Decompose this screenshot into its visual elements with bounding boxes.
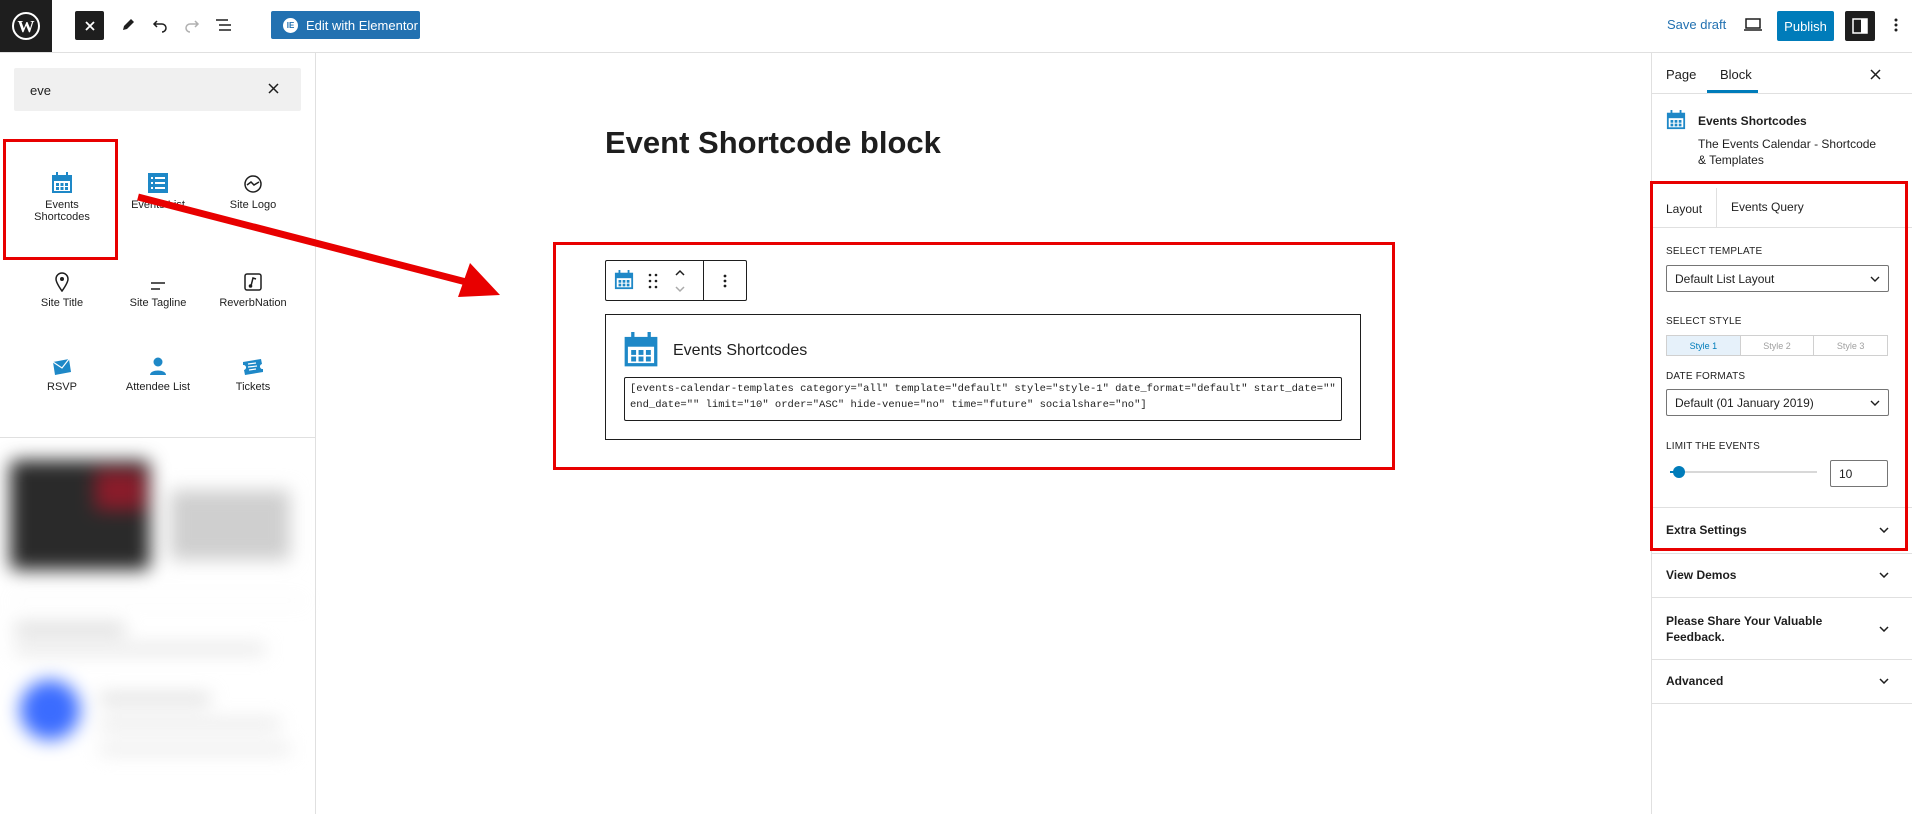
options-menu-button[interactable] [1884, 13, 1908, 37]
tab-page[interactable]: Page [1666, 67, 1696, 82]
map-pin-icon [54, 258, 70, 292]
blurred-block-preview [10, 450, 305, 780]
panel-divider [1652, 597, 1912, 598]
block-search-value: eve [30, 83, 51, 98]
block-card-title: Events Shortcodes [1698, 114, 1807, 128]
block-toolbar [605, 260, 747, 301]
redo-icon [185, 20, 200, 33]
chevron-down-icon [1879, 626, 1889, 632]
settings-toggle-button[interactable] [1845, 11, 1875, 41]
calendar-icon[interactable] [614, 270, 634, 295]
close-icon [1870, 69, 1881, 80]
svg-text:W: W [18, 17, 35, 36]
envelope-icon [51, 342, 73, 376]
highlight-events-shortcodes-item [3, 139, 118, 260]
move-up-down-icon[interactable] [674, 267, 686, 300]
chevron-down-icon [1879, 678, 1889, 684]
block-item-label: Attendee List [125, 381, 191, 393]
block-search-input[interactable] [14, 68, 301, 111]
person-icon [149, 342, 167, 376]
redo-button[interactable] [180, 13, 204, 37]
block-item-site-title[interactable]: Site Title [17, 258, 107, 338]
inserter-divider [0, 437, 315, 438]
panel-title: Please Share Your Valuable Feedback. [1666, 614, 1823, 644]
shortcode-text-field[interactable]: [events-calendar-templates category="all… [624, 377, 1342, 421]
preview-button[interactable] [1741, 13, 1765, 37]
drag-handle-icon[interactable] [648, 273, 658, 294]
tab-block[interactable]: Block [1720, 67, 1752, 82]
undo-button[interactable] [148, 13, 172, 37]
list-view-icon [216, 19, 231, 31]
block-title: Events Shortcodes [673, 342, 808, 359]
close-icon [84, 20, 95, 31]
edit-tools-button[interactable] [116, 13, 140, 37]
chevron-down-icon [1879, 572, 1889, 578]
panel-divider [1652, 553, 1912, 554]
desktop-preview-icon [1744, 18, 1762, 31]
pencil-icon [123, 19, 134, 30]
panel-title: View Demos [1666, 568, 1737, 582]
more-vertical-icon[interactable] [723, 273, 727, 294]
ticket-icon [242, 342, 264, 376]
close-sidebar-button[interactable] [1870, 67, 1881, 85]
elementor-button-label: Edit with Elementor [306, 17, 418, 33]
elementor-icon: IE [283, 17, 298, 33]
highlight-layout-panel [1650, 181, 1908, 551]
calendar-icon [1666, 110, 1686, 135]
panel-title: Advanced [1666, 674, 1724, 688]
block-item-tickets[interactable]: Tickets [208, 342, 298, 422]
document-overview-button[interactable] [212, 13, 236, 37]
panel-feedback[interactable]: Please Share Your Valuable Feedback. [1666, 613, 1889, 645]
block-card-description: The Events Calendar - Shortcode & Templa… [1698, 137, 1877, 167]
panel-divider [1652, 659, 1912, 660]
block-item-label: Site Title [40, 297, 84, 309]
close-icon [267, 82, 279, 94]
more-vertical-icon [1894, 18, 1898, 32]
block-item-attendee-list[interactable]: Attendee List [113, 342, 203, 422]
sidebar-divider [1652, 93, 1912, 94]
wordpress-logo-icon[interactable]: W [0, 0, 52, 52]
block-item-label: RSVP [47, 381, 77, 393]
save-draft-button[interactable]: Save draft [1667, 17, 1726, 32]
calendar-icon [623, 332, 659, 373]
block-item-label: Tickets [235, 381, 271, 393]
block-item-rsvp[interactable]: RSVP [17, 342, 107, 422]
close-inserter-button[interactable] [75, 11, 104, 40]
annotation-arrow-icon [137, 193, 500, 297]
page-title[interactable]: Event Shortcode block [605, 125, 941, 161]
panel-advanced[interactable]: Advanced [1666, 674, 1889, 688]
panel-view-demos[interactable]: View Demos [1666, 568, 1889, 582]
sidebar-icon [1852, 18, 1868, 34]
undo-icon [152, 20, 167, 33]
edit-with-elementor-button[interactable]: IE Edit with Elementor [271, 11, 420, 39]
clear-search-button[interactable] [265, 80, 281, 96]
panel-divider [1652, 703, 1912, 704]
publish-button[interactable]: Publish [1777, 11, 1834, 41]
